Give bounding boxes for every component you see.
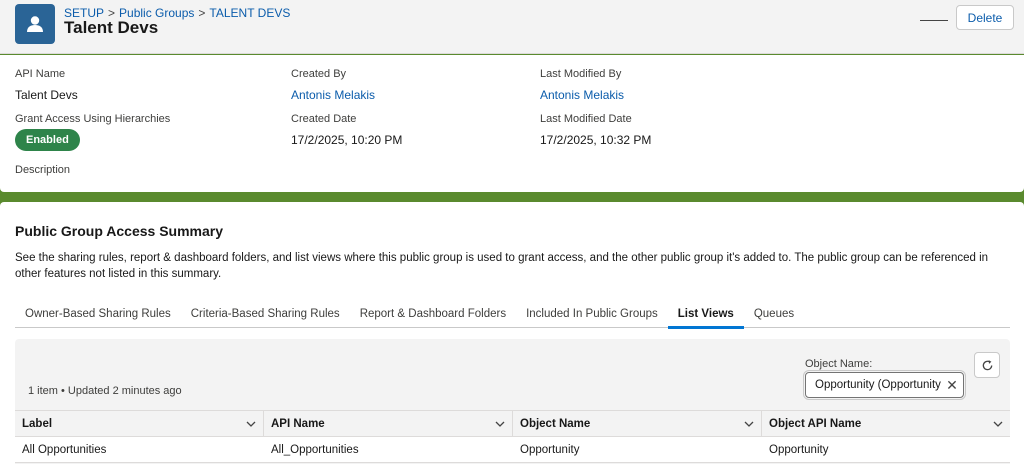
tab-owner-based-sharing-rules[interactable]: Owner-Based Sharing Rules: [15, 299, 181, 328]
details-panel: API Name Talent Devs Created By Antonis …: [0, 55, 1024, 192]
last-modified-date-field: Last Modified Date 17/2/2025, 10:32 PM: [540, 113, 651, 147]
tab-bar: Owner-Based Sharing Rules Criteria-Based…: [15, 299, 1010, 329]
access-summary-panel: Public Group Access Summary See the shar…: [0, 202, 1024, 464]
tab-list-views[interactable]: List Views: [667, 299, 744, 329]
object-name-filter-pill[interactable]: Opportunity (Opportunity ✕: [803, 370, 966, 400]
tab-report-dashboard-folders[interactable]: Report & Dashboard Folders: [350, 299, 516, 328]
breadcrumb-separator: >: [198, 6, 206, 20]
cell-api-name: All_Opportunities: [271, 443, 359, 456]
created-date-label: Created Date: [291, 113, 357, 125]
tab-included-in-public-groups[interactable]: Included In Public Groups: [516, 299, 668, 328]
delete-button[interactable]: Delete: [956, 5, 1014, 30]
column-header-text: API Name: [271, 417, 325, 430]
cell-object-name: Opportunity: [520, 443, 580, 456]
close-icon[interactable]: ✕: [941, 377, 963, 394]
description-field: Description: [15, 164, 70, 176]
created-by-link[interactable]: Antonis Melakis: [291, 88, 375, 102]
object-name-value: Opportunity (Opportunity: [815, 379, 941, 391]
last-modified-by-label: Last Modified By: [540, 68, 622, 80]
chevron-down-icon[interactable]: [993, 421, 1003, 427]
table-header: Label API Name Object Name Object API Na…: [15, 410, 1010, 437]
grant-access-label: Grant Access Using Hierarchies: [15, 113, 171, 125]
api-name-value: Talent Devs: [15, 88, 78, 102]
section-title: Public Group Access Summary: [15, 223, 223, 239]
column-header-object-api-name[interactable]: Object API Name: [762, 411, 1010, 436]
section-description: See the sharing rules, report & dashboar…: [15, 252, 989, 280]
created-by-field: Created By Antonis Melakis: [291, 68, 375, 102]
api-name-label: API Name: [15, 68, 66, 80]
user-icon: [15, 4, 55, 44]
chevron-down-icon[interactable]: [495, 421, 505, 427]
tab-criteria-based-sharing-rules[interactable]: Criteria-Based Sharing Rules: [181, 299, 350, 328]
column-header-text: Object Name: [520, 417, 591, 430]
column-header-text: Object API Name: [769, 417, 862, 430]
list-views-table: Label API Name Object Name Object API Na…: [15, 410, 1010, 463]
refresh-button[interactable]: [974, 352, 1000, 378]
last-modified-date-value: 17/2/2025, 10:32 PM: [540, 133, 652, 147]
object-name-label: Object Name:: [805, 358, 873, 370]
api-name-field: API Name Talent Devs: [15, 68, 78, 102]
refresh-icon: [982, 359, 992, 370]
last-modified-date-label: Last Modified Date: [540, 113, 632, 125]
description-label: Description: [15, 164, 71, 176]
list-views-panel: 1 item • Updated 2 minutes ago Object Na…: [15, 339, 1010, 464]
page-title: Talent Devs: [64, 18, 159, 37]
table-row[interactable]: All Opportunities All_Opportunities Oppo…: [15, 437, 1010, 463]
cell-object-api-name: Opportunity: [769, 443, 829, 456]
tab-queues[interactable]: Queues: [744, 299, 804, 328]
status-badge: Enabled: [15, 129, 80, 151]
created-date-value: 17/2/2025, 10:20 PM: [291, 133, 403, 147]
column-header-label[interactable]: Label: [15, 411, 264, 436]
column-header-object-name[interactable]: Object Name: [513, 411, 762, 436]
grant-access-field: Grant Access Using Hierarchies Enabled: [15, 113, 170, 151]
divider: [920, 20, 948, 21]
column-header-api-name[interactable]: API Name: [264, 411, 513, 436]
record-header: SETUP > Public Groups > TALENT DEVS Talent D…: [0, 0, 1024, 54]
chevron-down-icon[interactable]: [744, 421, 754, 427]
chevron-down-icon[interactable]: [246, 421, 256, 427]
created-date-field: Created Date 17/2/2025, 10:20 PM: [291, 113, 402, 147]
breadcrumb-talent-devs[interactable]: TALENT DEVS: [209, 6, 290, 20]
last-modified-by-field: Last Modified By Antonis Melakis: [540, 68, 624, 102]
item-count: 1 item • Updated 2 minutes ago: [28, 385, 182, 397]
created-by-label: Created By: [291, 68, 347, 80]
last-modified-by-link[interactable]: Antonis Melakis: [540, 88, 624, 102]
cell-label: All Opportunities: [22, 443, 107, 456]
column-header-text: Label: [22, 417, 53, 430]
